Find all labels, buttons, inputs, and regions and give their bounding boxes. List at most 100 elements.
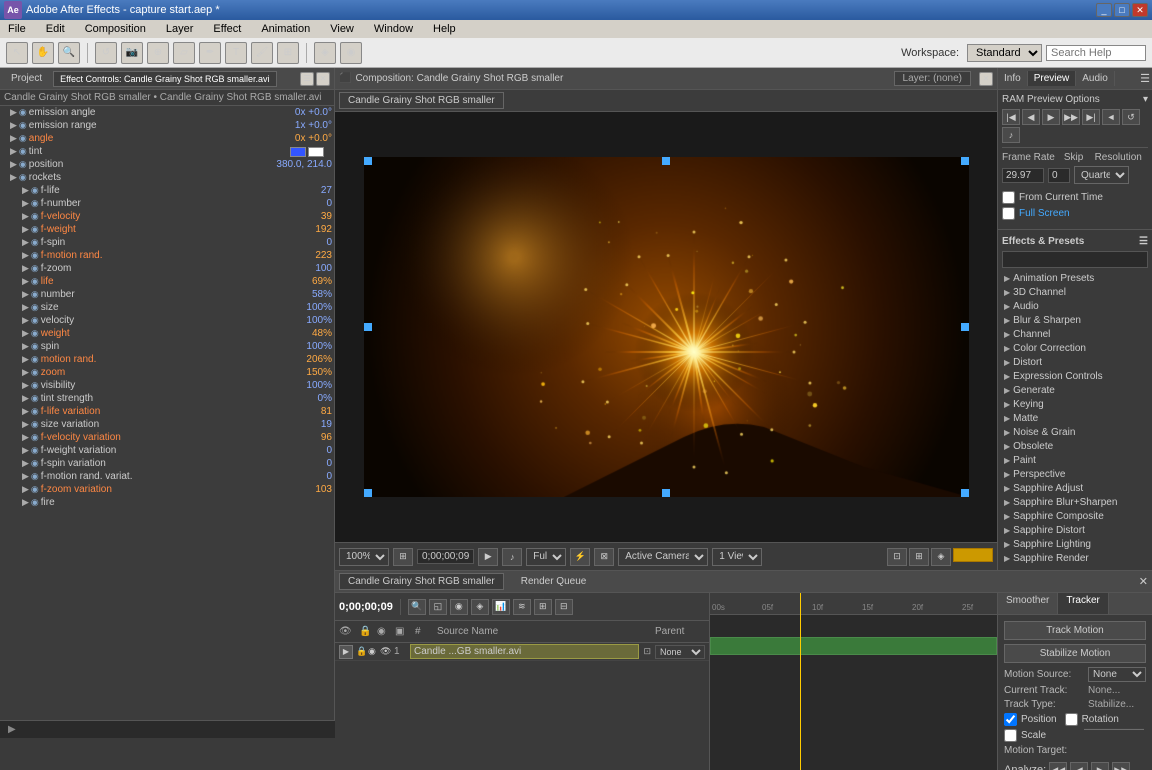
search-input[interactable] [1046, 45, 1146, 61]
minimize-button[interactable]: _ [1096, 3, 1112, 17]
tl-tab-comp[interactable]: Candle Grainy Shot RGB smaller [339, 573, 504, 590]
effect-item[interactable]: ▶ ◉ emission range 1x +0.0° [0, 119, 334, 132]
parent-dropdown[interactable]: None [655, 645, 705, 659]
menu-help[interactable]: Help [429, 22, 460, 36]
toolbar-zoom[interactable]: 🔍 [58, 42, 80, 64]
snap-btn[interactable]: ◈ [931, 548, 951, 566]
effect-item[interactable]: ▶ ◉ fire [0, 496, 334, 509]
prev-frame-btn[interactable]: ◀ [1022, 109, 1040, 125]
ep-category-item[interactable]: ▶Channel [1002, 328, 1148, 341]
ep-category-item[interactable]: ▶Sapphire Render [1002, 552, 1148, 565]
handle-bm[interactable] [662, 489, 670, 497]
menu-file[interactable]: File [4, 22, 30, 36]
handle-ml[interactable] [364, 323, 372, 331]
tab-smoother[interactable]: Smoother [998, 593, 1058, 614]
tab-effect-controls[interactable]: Effect Controls: Candle Grainy Shot RGB … [53, 71, 276, 87]
effect-item[interactable]: ▶ ◉ f-motion rand. variat. 0 [0, 470, 334, 483]
view-select[interactable]: Active Camera [618, 548, 708, 566]
panel-menu-btn[interactable]: ☰ [300, 72, 314, 86]
mute-btn[interactable]: ♪ [1002, 127, 1020, 143]
effect-item[interactable]: ▶ ◉ f-motion rand. 223 [0, 249, 334, 262]
ep-category-item[interactable]: ▶Sapphire Composite [1002, 510, 1148, 523]
fast-preview-btn[interactable]: ⚡ [570, 548, 590, 566]
effect-item[interactable]: ▶ ◉ f-life 27 [0, 184, 334, 197]
loop-btn[interactable]: ↺ [1122, 109, 1140, 125]
tab-preview[interactable]: Preview [1028, 71, 1077, 86]
effect-item[interactable]: ▶ ◉ f-number 0 [0, 197, 334, 210]
analyze-backward-btn[interactable]: ◀◀ [1049, 762, 1067, 770]
ep-category-item[interactable]: ▶Perspective [1002, 468, 1148, 481]
handle-bl[interactable] [364, 489, 372, 497]
menu-effect[interactable]: Effect [209, 22, 245, 36]
analyze-next-btn[interactable]: ▶ [1091, 762, 1109, 770]
tl-frame-mix-btn[interactable]: ⊟ [555, 599, 573, 615]
ep-category-item[interactable]: ▶Keying [1002, 398, 1148, 411]
ep-category-item[interactable]: ▶Sapphire Lighting [1002, 538, 1148, 551]
tl-visible[interactable]: 👁 [380, 646, 394, 657]
effect-item[interactable]: ▶ ◉ f-zoom variation 103 [0, 483, 334, 496]
tab-tracker[interactable]: Tracker [1058, 593, 1109, 614]
effect-item[interactable]: ▶ ◉ weight 48% [0, 327, 334, 340]
tl-lock[interactable]: 🔒 [356, 646, 368, 657]
menu-animation[interactable]: Animation [257, 22, 314, 36]
toolbar-mask[interactable]: ▱ [173, 42, 195, 64]
preview-area[interactable] [335, 112, 997, 542]
ep-category-item[interactable]: ▶Blur & Sharpen [1002, 314, 1148, 327]
effect-item[interactable]: ▶ ◉ motion rand. 206% [0, 353, 334, 366]
analyze-prev-btn[interactable]: ◀ [1070, 762, 1088, 770]
frame-rate-input[interactable] [1002, 168, 1044, 183]
effect-item[interactable]: ▶ ◉ number 58% [0, 288, 334, 301]
panel-options-btn[interactable]: ☰ [1138, 70, 1152, 87]
tl-add-marker-btn[interactable]: ◈ [471, 599, 489, 615]
ep-category-item[interactable]: ▶Noise & Grain [1002, 426, 1148, 439]
tl-new-comp-btn[interactable]: ◱ [429, 599, 447, 615]
handle-tr[interactable] [961, 157, 969, 165]
ep-category-item[interactable]: ▶3D Channel [1002, 286, 1148, 299]
ep-category-item[interactable]: ▶Color Correction [1002, 342, 1148, 355]
resolution-select[interactable]: Full [526, 548, 566, 566]
effect-item[interactable]: ▶ ◉ f-weight variation 0 [0, 444, 334, 457]
grid-btn[interactable]: ⊞ [393, 548, 413, 566]
ep-category-item[interactable]: ▶Sapphire Distort [1002, 524, 1148, 537]
effect-item[interactable]: ▶ ◉ life 69% [0, 275, 334, 288]
tab-audio[interactable]: Audio [1076, 71, 1115, 86]
zoom-select[interactable]: 100% [339, 548, 389, 566]
tl-close-btn[interactable]: ✕ [1139, 575, 1148, 588]
toolbar-pen[interactable]: ✒ [199, 42, 221, 64]
effects-search[interactable] [1002, 251, 1148, 268]
effect-item[interactable]: ▶ ◉ size 100% [0, 301, 334, 314]
maximize-button[interactable]: □ [1114, 3, 1130, 17]
effect-item[interactable]: ▶ ◉ f-weight 192 [0, 223, 334, 236]
effect-item[interactable]: ▶ ◉ visibility 100% [0, 379, 334, 392]
menu-view[interactable]: View [326, 22, 358, 36]
ep-category-item[interactable]: ▶Sapphire Blur+Sharpen [1002, 496, 1148, 509]
toolbar-stamp[interactable]: ⊞ [277, 42, 299, 64]
timecode-display[interactable]: 0;00;00;09 [417, 549, 474, 564]
stabilize-btn[interactable]: Stabilize Motion [1004, 644, 1146, 663]
effect-item[interactable]: ▶ ◉ f-spin variation 0 [0, 457, 334, 470]
tl-motion-blur-btn[interactable]: ≋ [513, 599, 531, 615]
effect-item[interactable]: ▶ ◉ f-spin 0 [0, 236, 334, 249]
toggle-transparency-btn[interactable]: ⊠ [594, 548, 614, 566]
toolbar-text[interactable]: T [225, 42, 247, 64]
effect-item[interactable]: ▶ ◉ size variation 19 [0, 418, 334, 431]
resolution-dropdown[interactable]: Quarter [1074, 166, 1129, 184]
ep-category-item[interactable]: ▶Animation Presets [1002, 272, 1148, 285]
effect-item[interactable]: ▶ ◉ tint [0, 145, 334, 158]
effect-item[interactable]: ▶ ◉ position 380.0, 214.0 [0, 158, 334, 171]
tl-video-icon[interactable]: ▶ [339, 645, 353, 659]
comp-close-btn[interactable]: ✕ [979, 72, 993, 86]
menu-composition[interactable]: Composition [81, 22, 150, 36]
tl-timecode[interactable]: 0;00;00;09 [339, 601, 393, 613]
audio-btn[interactable]: ♪ [502, 548, 522, 566]
skip-input[interactable] [1048, 168, 1070, 183]
play-ram-btn[interactable]: ▶▶ [1062, 109, 1080, 125]
effect-item[interactable]: ▶ ◉ zoom 150% [0, 366, 334, 379]
comp-tab-main[interactable]: Candle Grainy Shot RGB smaller [339, 92, 504, 109]
tl-parent-select[interactable]: None [655, 645, 705, 659]
effect-item[interactable]: ▶ ◉ spin 100% [0, 340, 334, 353]
tl-row-name[interactable]: Candle ...GB smaller.avi [410, 644, 639, 659]
menu-layer[interactable]: Layer [162, 22, 198, 36]
tl-tab-render[interactable]: Render Queue [512, 573, 596, 590]
tl-search-btn[interactable]: 🔍 [408, 599, 426, 615]
